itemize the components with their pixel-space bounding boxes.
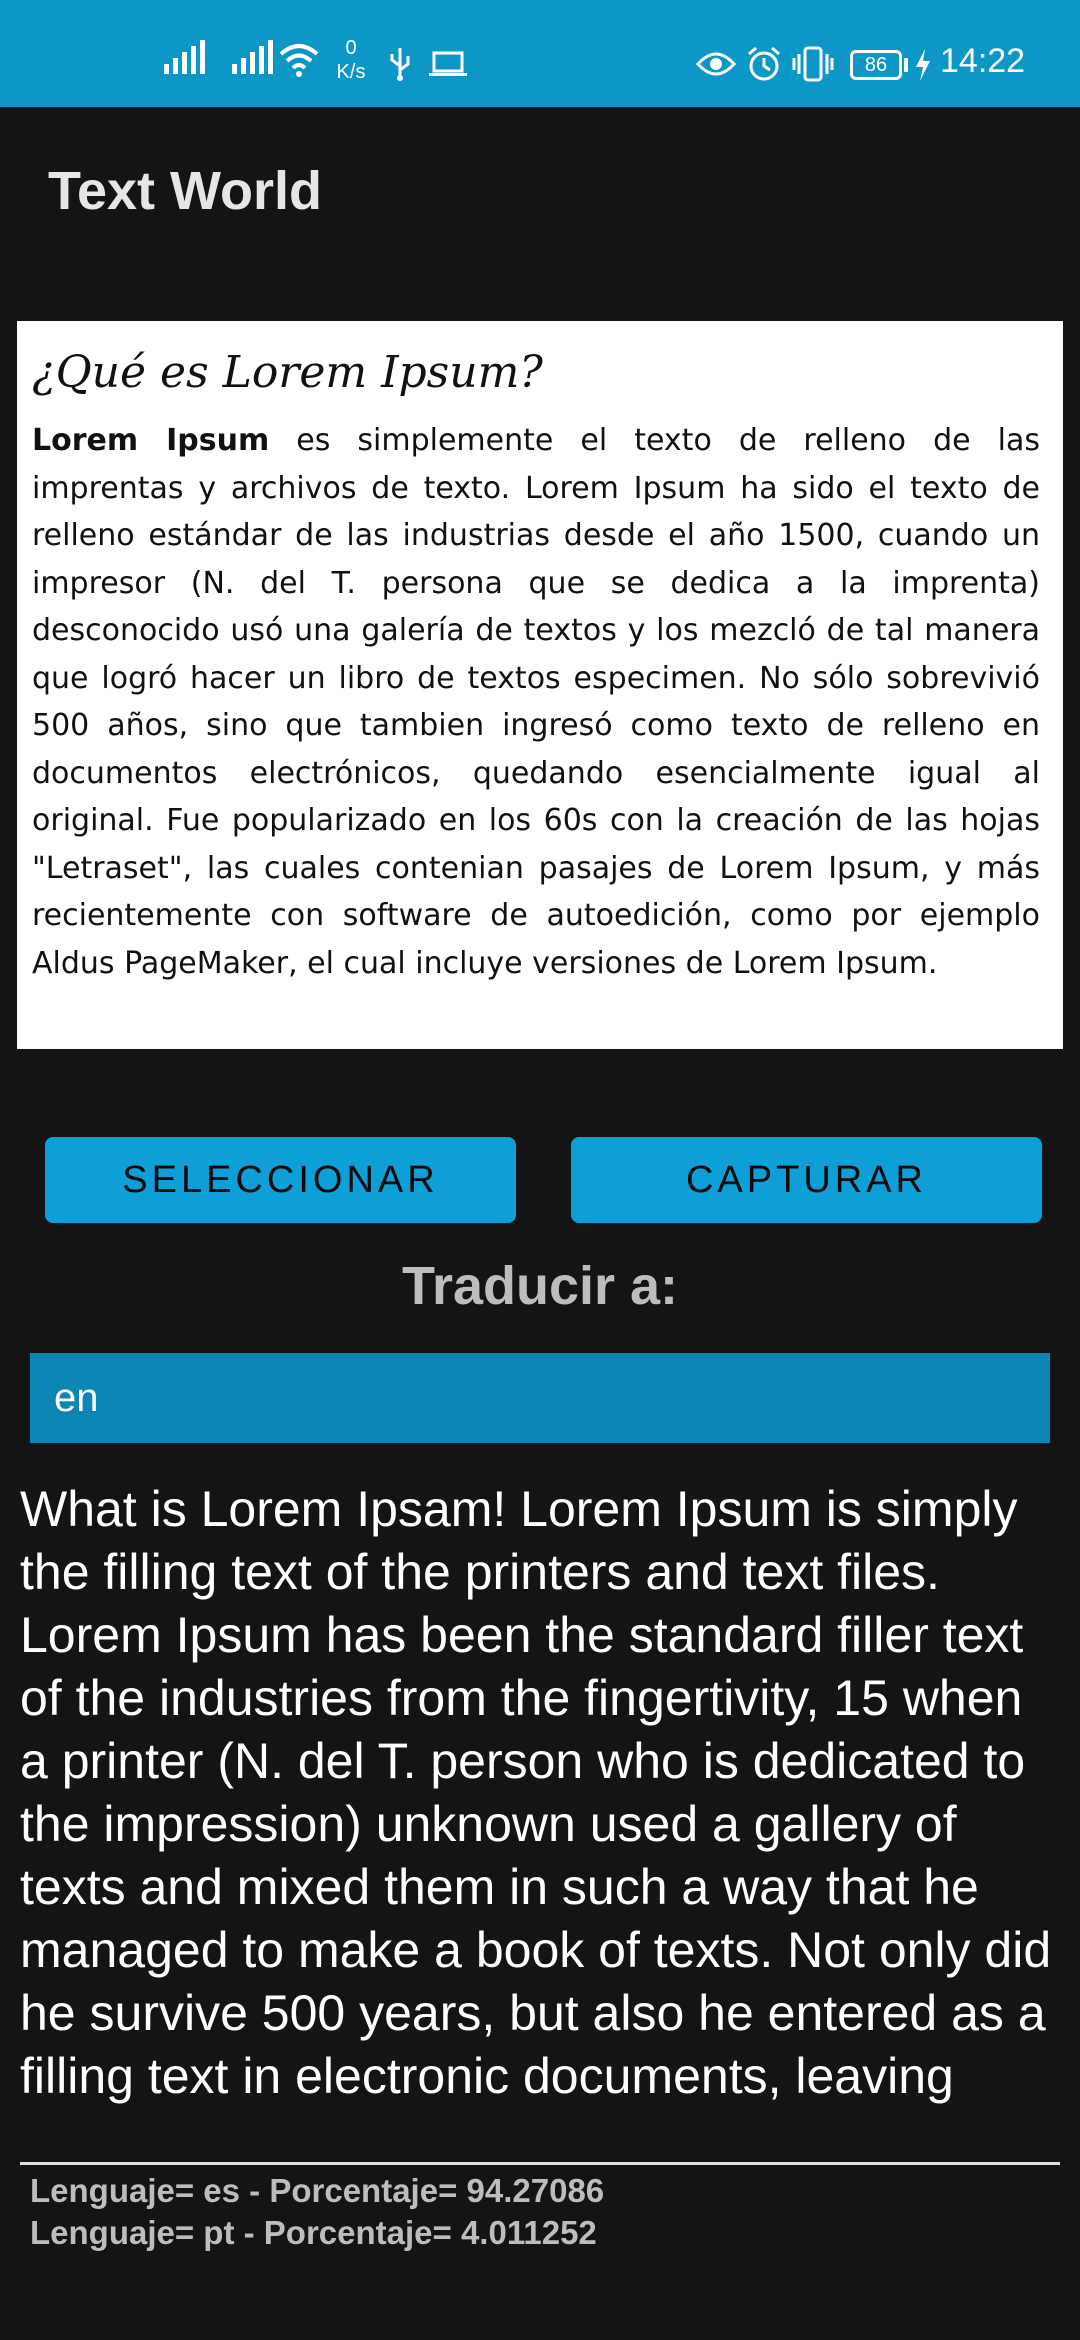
captured-image[interactable]: ¿Qué es Lorem Ipsum? Lorem Ipsum es simp… [17, 321, 1063, 1049]
translation-output[interactable]: What is Lorem Ipsam! Lorem Ipsum is simp… [20, 1478, 1060, 2161]
battery-icon: 86 [850, 50, 902, 80]
document-heading: ¿Qué es Lorem Ipsum? [32, 347, 543, 398]
document-bold-lead: Lorem Ipsum [32, 423, 270, 458]
capture-button[interactable]: CAPTURAR [571, 1137, 1042, 1223]
alarm-icon [748, 46, 780, 81]
language-detection-result: Lenguaje= es - Porcentaje= 94.27086 [30, 2172, 605, 2209]
netspeed-unit: K/s [336, 61, 366, 83]
vibrate-icon [792, 46, 834, 82]
translate-label: Traducir a: [401, 1256, 679, 1316]
laptop-icon [429, 51, 467, 76]
signal-icon [164, 40, 205, 74]
status-bar: 0 K/s 86 14:22 [0, 0, 1080, 107]
battery-level: 86 [864, 54, 888, 76]
battery-tip [904, 58, 908, 72]
divider [20, 2162, 1060, 2165]
language-detection-result: Lenguaje= pt - Porcentaje= 4.011252 [30, 2214, 597, 2251]
screen: 0 K/s 86 14:22 Text World ¿Qué es Lorem … [0, 0, 1080, 2340]
wifi-icon [279, 44, 319, 77]
app-title: Text World [48, 161, 323, 221]
charging-icon [916, 49, 930, 81]
netspeed-indicator: 0 K/s [330, 36, 372, 84]
eye-icon [696, 52, 736, 76]
target-language-value: en [54, 1375, 99, 1420]
target-language-field[interactable]: en [30, 1353, 1050, 1443]
document-body: Lorem Ipsum es simplemente el texto de r… [32, 417, 1040, 987]
select-button[interactable]: SELECCIONAR [45, 1137, 516, 1223]
signal-icon [232, 40, 273, 74]
translation-text: What is Lorem Ipsam! Lorem Ipsum is simp… [20, 1481, 1052, 2104]
document-body-text: es simplemente el texto de relleno de la… [32, 423, 1040, 981]
netspeed-value: 0 [345, 37, 357, 59]
clock: 14:22 [940, 42, 1026, 80]
usb-icon [390, 48, 410, 81]
